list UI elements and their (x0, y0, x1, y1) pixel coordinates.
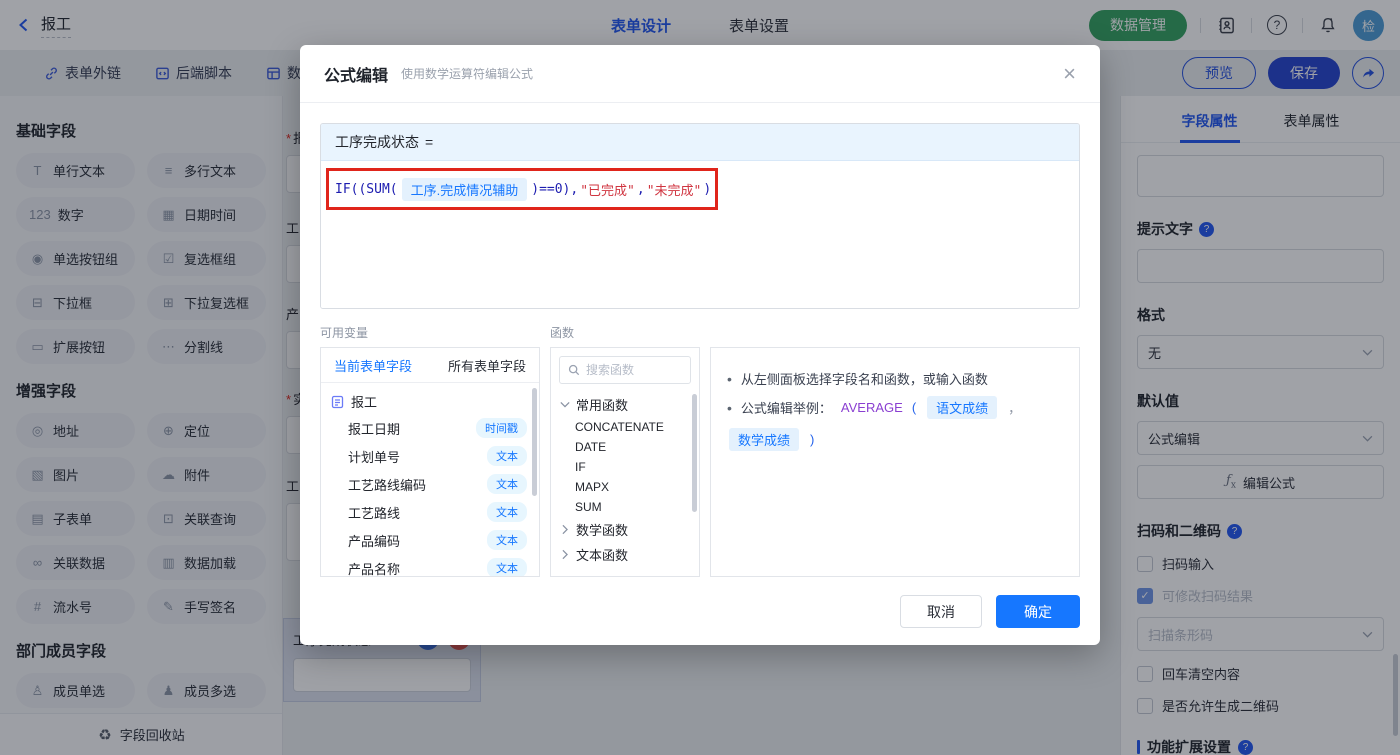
formula-code: IF((SUM( (335, 182, 398, 197)
function-search-box[interactable] (559, 356, 691, 384)
variables-panel: 当前表单字段 所有表单字段 报工 报工日期 时间戳 计划单号 文本 工艺路线编码… (320, 347, 540, 577)
functions-panel: 常用函数 CONCATENATE DATE IF MAPX (550, 347, 700, 577)
example-token-chip: 数学成绩 (729, 428, 800, 451)
formula-equals-sign: = (425, 134, 434, 150)
variables-column: 可用变量 当前表单字段 所有表单字段 报工 报工日期 时间戳 计划单号 文本 工… (320, 323, 540, 577)
function-item[interactable]: MAPX (551, 477, 699, 497)
variable-field-row[interactable]: 工艺路线编码 文本 (321, 470, 539, 498)
function-item[interactable]: CONCATENATE (551, 417, 699, 437)
variable-field-name: 工艺路线 (348, 505, 401, 521)
functions-scrollbar[interactable] (692, 394, 697, 512)
help-line-1: • 从左侧面板选择字段名和函数，或输入函数 (727, 369, 1063, 388)
bullet-icon: • (727, 399, 732, 416)
formula-input-area[interactable]: IF((SUM( 工序.完成情况辅助 )==0), "已完成" , "未完成" … (321, 161, 1079, 308)
variable-field-name: 产品名称 (348, 561, 401, 577)
chevron-right-icon (560, 549, 570, 560)
help-panel-spacer (710, 323, 1080, 347)
variable-field-name: 产品编码 (348, 533, 401, 549)
variable-type-badge: 文本 (487, 502, 527, 522)
functions-column: 函数 常用函数 CONCATENATE (550, 323, 700, 577)
variable-field-name: 工艺路线编码 (348, 477, 427, 493)
function-item[interactable]: IF (551, 457, 699, 477)
field-token-chip[interactable]: 工序.完成情况辅助 (401, 178, 528, 201)
function-item-list: CONCATENATE DATE IF MAPX SUM (551, 417, 699, 517)
variable-field-row[interactable]: 计划单号 文本 (321, 442, 539, 470)
form-doc-icon (331, 395, 344, 408)
modal-footer: 取消 确定 (900, 595, 1080, 628)
functions-panel-label: 函数 (550, 326, 575, 340)
formula-target-field: 工序完成状态 (335, 134, 419, 150)
variables-scrollbar[interactable] (532, 388, 537, 496)
help-column: • 从左侧面板选择字段名和函数，或输入函数 • 公式编辑举例： AVERAGE … (710, 323, 1080, 577)
formula-expression[interactable]: IF((SUM( 工序.完成情况辅助 )==0), "已完成" , "未完成" … (335, 178, 711, 201)
variable-type-badge: 时间戳 (476, 418, 527, 438)
formula-target-band: 工序完成状态 = (321, 124, 1079, 161)
variable-type-badge: 文本 (487, 446, 527, 466)
close-icon[interactable]: × (1063, 62, 1076, 85)
bullet-icon: • (727, 370, 732, 387)
function-search-input[interactable] (586, 363, 682, 377)
function-group-label: 文本函数 (576, 548, 629, 563)
chevron-down-icon (560, 401, 570, 408)
function-item[interactable]: SUM (551, 497, 699, 517)
tab-current-form-fields[interactable]: 当前表单字段 (334, 356, 412, 375)
formula-string-literal: "已完成" (580, 184, 635, 199)
cancel-button[interactable]: 取消 (900, 595, 982, 628)
tab-all-form-fields[interactable]: 所有表单字段 (448, 356, 526, 375)
variable-field-row[interactable]: 产品名称 文本 (321, 554, 539, 577)
help-text: 从左侧面板选择字段名和函数，或输入函数 (740, 372, 988, 387)
variable-type-badge: 文本 (487, 558, 527, 576)
variable-field-row[interactable]: 报工日期 时间戳 (321, 414, 539, 442)
example-comma: ， (1008, 401, 1022, 416)
formula-string-literal: "未完成" (646, 184, 702, 199)
variable-type-badge: 文本 (487, 530, 527, 550)
modal-panels-row: 可用变量 当前表单字段 所有表单字段 报工 报工日期 时间戳 计划单号 文本 工… (320, 323, 1080, 577)
function-item[interactable]: DATE (551, 437, 699, 457)
example-close-paren: ) (810, 432, 815, 447)
modal-body: 工序完成状态 = IF((SUM( 工序.完成情况辅助 )==0), "已完成"… (300, 103, 1100, 597)
variables-tabs: 当前表单字段 所有表单字段 (321, 348, 539, 383)
formula-code: )==0), (531, 182, 579, 197)
function-group-label: 数学函数 (576, 523, 629, 538)
formula-editor-box: 工序完成状态 = IF((SUM( 工序.完成情况辅助 )==0), "已完成"… (320, 123, 1080, 309)
modal-header: 公式编辑 使用数学运算符编辑公式 × (300, 45, 1100, 103)
formula-code: ) (703, 182, 712, 197)
chevron-right-icon (560, 524, 570, 535)
function-group-math[interactable]: 数学函数 (551, 517, 699, 542)
help-example-prefix: 公式编辑举例： (740, 401, 832, 416)
form-tree-root-label: 报工 (351, 395, 378, 410)
variable-field-name: 计划单号 (348, 449, 401, 465)
variable-type-badge: 文本 (487, 474, 527, 494)
variable-field-row[interactable]: 工艺路线 文本 (321, 498, 539, 526)
modal-title: 公式编辑 (324, 67, 389, 85)
variables-panel-label: 可用变量 (320, 326, 369, 340)
function-group-common[interactable]: 常用函数 (551, 392, 699, 417)
formula-editor-modal: 公式编辑 使用数学运算符编辑公式 × 工序完成状态 = IF((SUM( 工序.… (300, 45, 1100, 645)
function-group-label: 常用函数 (576, 398, 629, 413)
form-tree-root[interactable]: 报工 (321, 383, 539, 414)
formula-code: , (636, 182, 645, 197)
example-function-name: AVERAGE (840, 400, 903, 415)
example-token-chip: 语文成绩 (927, 396, 998, 419)
variable-field-row[interactable]: 产品编码 文本 (321, 526, 539, 554)
modal-subtitle: 使用数学运算符编辑公式 (401, 67, 534, 81)
help-panel: • 从左侧面板选择字段名和函数，或输入函数 • 公式编辑举例： AVERAGE … (710, 347, 1080, 577)
help-line-2: • 公式编辑举例： AVERAGE ( 语文成绩 ， 数学成绩 ) (727, 396, 1063, 451)
app-root: 报工 表单设计 表单设置 数据管理 ? 检 表单外链 后端脚本 预览 保存 基础… (0, 0, 1400, 755)
variable-field-name: 报工日期 (348, 421, 401, 437)
example-open-paren: ( (911, 400, 917, 415)
search-icon (568, 364, 580, 376)
confirm-button[interactable]: 确定 (996, 595, 1080, 628)
variable-field-list: 报工日期 时间戳 计划单号 文本 工艺路线编码 文本 工艺路线 文本 产品编码 … (321, 414, 539, 577)
function-group-text[interactable]: 文本函数 (551, 542, 699, 567)
